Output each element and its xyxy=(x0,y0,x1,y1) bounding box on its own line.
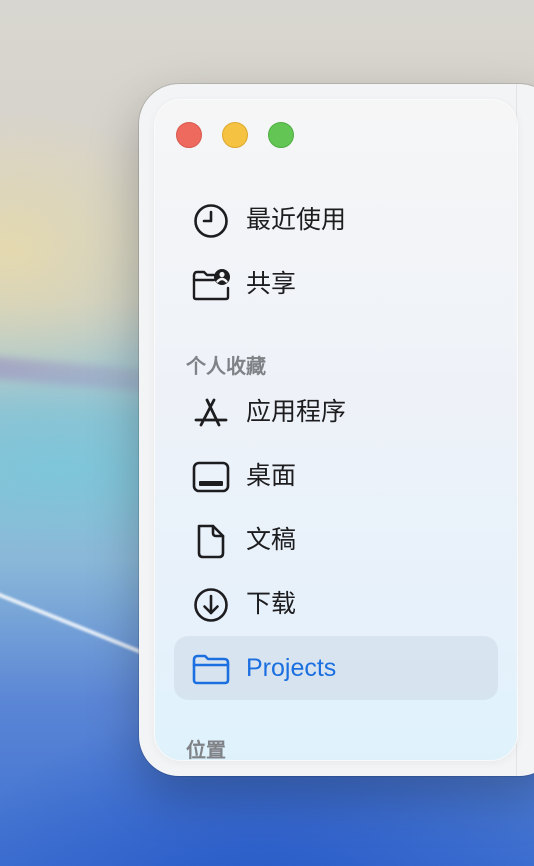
shared-folder-icon xyxy=(192,266,230,304)
sidebar-item-documents[interactable]: 文稿 xyxy=(174,508,498,572)
sidebar-item-recents[interactable]: 最近使用 xyxy=(174,188,498,252)
finder-window: 最近使用 共享 个人收藏 应用程序 桌面 文稿 下载 Projects 位置 xyxy=(139,84,534,776)
sidebar: 最近使用 共享 个人收藏 应用程序 桌面 文稿 下载 Projects 位置 xyxy=(155,100,517,760)
close-button[interactable] xyxy=(176,122,202,148)
minimize-button[interactable] xyxy=(222,122,248,148)
download-icon xyxy=(192,586,230,624)
sidebar-item-label: Projects xyxy=(246,654,337,682)
sidebar-item-label: 应用程序 xyxy=(246,398,347,426)
sidebar-item-applications[interactable]: 应用程序 xyxy=(174,380,498,444)
desktop-icon xyxy=(192,458,230,496)
folder-icon xyxy=(192,650,230,688)
locations-section-header: 位置 xyxy=(186,740,226,760)
sidebar-item-label: 最近使用 xyxy=(246,206,347,234)
sidebar-item-shared[interactable]: 共享 xyxy=(174,252,498,316)
sidebar-item-label: 文稿 xyxy=(246,526,297,554)
sidebar-item-projects[interactable]: Projects xyxy=(174,636,498,700)
sidebar-item-label: 共享 xyxy=(246,270,297,298)
favorites-section-header: 个人收藏 xyxy=(186,356,266,378)
app-store-icon xyxy=(192,394,230,432)
sidebar-item-desktop[interactable]: 桌面 xyxy=(174,444,498,508)
sidebar-item-label: 下载 xyxy=(246,590,297,618)
sidebar-item-downloads[interactable]: 下载 xyxy=(174,572,498,636)
zoom-button[interactable] xyxy=(268,122,294,148)
sidebar-item-label: 桌面 xyxy=(246,462,297,490)
document-icon xyxy=(192,522,230,560)
clock-icon xyxy=(192,202,230,240)
